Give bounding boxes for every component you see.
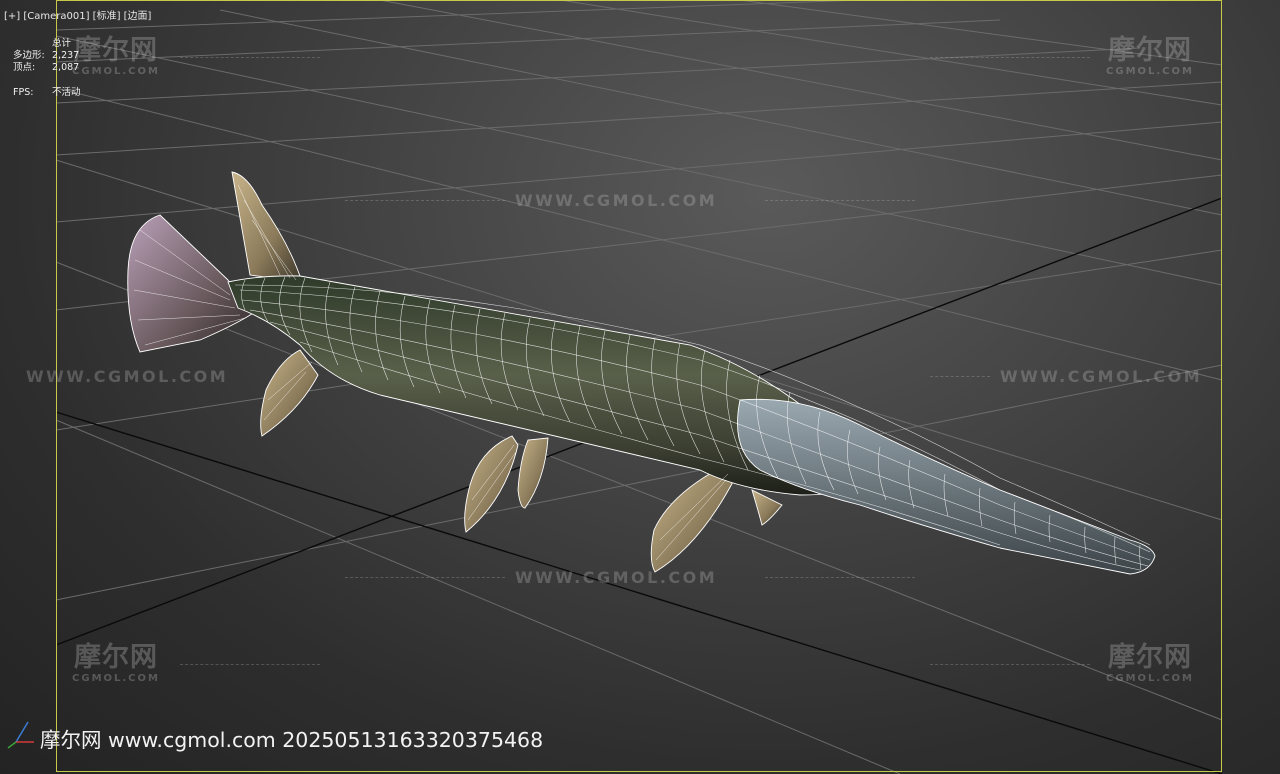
stats-total-label: 总计 <box>52 38 72 49</box>
watermark-url: WWW.CGMOL.COM <box>515 568 718 587</box>
stats-fps-value: 不活动 <box>52 87 81 98</box>
watermark-dash <box>930 376 990 377</box>
watermark-logo: 摩尔网 CGMOL.COM <box>72 642 160 685</box>
viewport-statistics: 总计 多边形: 2,237 顶点: 2,087 FPS: 不活动 <box>13 38 81 99</box>
stats-fps-label: FPS: <box>13 87 34 98</box>
watermark-dash <box>765 200 915 201</box>
watermark-dash <box>930 664 1090 665</box>
watermark-dash <box>345 200 505 201</box>
footer-watermark-text: 摩尔网 www.cgmol.com 20250513163320375468 <box>40 728 544 752</box>
watermark-logo: 摩尔网 CGMOL.COM <box>1106 35 1194 78</box>
watermark-url: WWW.CGMOL.COM <box>515 191 718 210</box>
watermark-url: WWW.CGMOL.COM <box>1000 367 1203 386</box>
watermark-dash <box>180 57 320 58</box>
active-viewport-frame <box>56 0 1222 772</box>
stats-verts-label: 顶点: <box>13 62 36 73</box>
watermark-logo: 摩尔网 CGMOL.COM <box>1106 642 1194 685</box>
watermark-dash <box>765 577 915 578</box>
viewport-label[interactable]: [+] [Camera001] [标准] [边面] <box>4 7 151 22</box>
watermark-dash <box>180 664 320 665</box>
stats-polys-value: 2,237 <box>52 50 80 61</box>
stats-verts-value: 2,087 <box>52 62 80 73</box>
viewport-perspective[interactable]: 摩尔网 CGMOL.COM 摩尔网 CGMOL.COM 摩尔网 CGMOL.COM 摩… <box>0 0 1280 774</box>
watermark-dash <box>930 57 1090 58</box>
stats-polys-label: 多边形: <box>13 50 45 61</box>
watermark-url: WWW.CGMOL.COM <box>26 367 229 386</box>
watermark-dash <box>345 577 505 578</box>
